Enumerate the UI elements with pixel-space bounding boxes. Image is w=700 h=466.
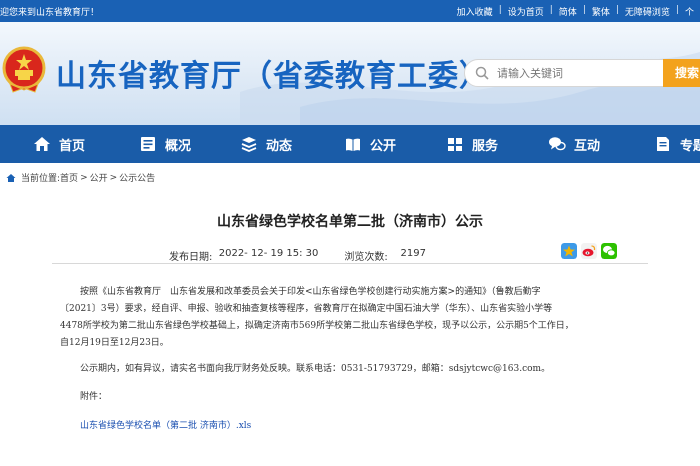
nav-item-disclosure[interactable]: 公开 (344, 125, 396, 163)
qzone-icon[interactable] (561, 243, 577, 259)
interaction-icon (549, 137, 566, 151)
disclosure-icon (346, 138, 360, 151)
body-paragraph-line: 按照《山东省教育厅 山东省发展和改革委员会关于印发<山东省绿色学校创建行动实施方… (80, 287, 541, 297)
national-emblem-icon (2, 46, 46, 93)
meta-divider (52, 263, 648, 264)
nav-label: 互动 (574, 138, 601, 154)
nav-label: 概况 (165, 138, 192, 154)
nav-label: 公开 (370, 138, 397, 154)
simplified-chinese-link[interactable]: 简体 (559, 5, 577, 18)
nav-item-home[interactable]: 首页 (33, 125, 85, 163)
nav-item-interaction[interactable]: 互动 (548, 125, 600, 163)
body-paragraph-line: 自12月19日至12月23日。 (60, 338, 169, 348)
nav-label: 动态 (266, 138, 293, 154)
breadcrumb-separator: > (80, 172, 88, 183)
view-count-label: 浏览次数: (344, 252, 388, 263)
site-title: 山东省教育厅（省委教育工委） (56, 59, 490, 94)
breadcrumb-item-announcement[interactable]: 公示公告 (119, 171, 155, 184)
personal-link[interactable]: 个 (685, 5, 694, 18)
publish-date-label: 发布日期: (169, 252, 213, 263)
publish-date-value: 2022- 12- 19 15: 30 (218, 248, 319, 259)
traditional-chinese-link[interactable]: 繁体 (592, 5, 610, 18)
top-links: 加入收藏 | 设为首页 | 简体 | 繁体 | 无障碍浏览 | 个 (456, 5, 694, 18)
main-nav: 首页 概况 动态 公开 服务 互动 专题 (0, 125, 700, 163)
article-title: 山东省绿色学校名单第二批（济南市）公示 (217, 214, 483, 230)
topic-icon (657, 137, 669, 151)
breadcrumb-item-disclosure[interactable]: 公开 (90, 171, 108, 184)
welcome-text: 迎您来到山东省教育厅！ (0, 8, 100, 18)
location-home-icon (6, 173, 16, 182)
breadcrumb-prefix: 当前位置: (21, 174, 61, 184)
overview-icon (141, 137, 155, 151)
nav-item-overview[interactable]: 概况 (139, 125, 191, 163)
service-icon (448, 138, 462, 151)
search-input[interactable] (497, 65, 657, 81)
share-buttons (561, 243, 621, 259)
article-body: 按照《山东省教育厅 山东省发展和改革委员会关于印发<山东省绿色学校创建行动实施方… (60, 284, 596, 352)
view-count-value: 2197 (400, 248, 426, 259)
news-icon (241, 137, 257, 152)
breadcrumb-separator: > (109, 172, 118, 183)
search-box[interactable] (464, 59, 664, 87)
body-paragraph-line: 〔2021〕3号）要求，经自评、申报、验收和抽查复核等程序，省教育厅在拟确定中国… (60, 304, 553, 314)
nav-label: 专题 (680, 138, 700, 154)
attachment-link[interactable]: 山东省绿色学校名单（第二批 济南市）.xls (80, 418, 251, 431)
contact-paragraph: 公示期内，如有异议，请实名书面向我厅财务处反映。联系电话：0531-517937… (80, 364, 551, 374)
nav-label: 首页 (59, 138, 86, 154)
set-homepage-link[interactable]: 设为首页 (508, 5, 544, 18)
accessibility-link[interactable]: 无障碍浏览 (625, 5, 670, 18)
weibo-icon[interactable] (581, 243, 597, 259)
body-paragraph-line: 4478所学校为第二批山东省绿色学校基础上，拟确定济南市569所学校第二批山东省… (60, 321, 574, 331)
breadcrumb: 当前位置: 首页 > 公开 > 公示公告 (6, 171, 155, 184)
nav-item-service[interactable]: 服务 (446, 125, 498, 163)
nav-item-news[interactable]: 动态 (240, 125, 292, 163)
site-header: 山东省教育厅（省委教育工委） 搜索 (0, 22, 700, 125)
attachment-label: 附件： (80, 392, 108, 402)
article-meta: 发布日期: 2022- 12- 19 15: 30 浏览次数: 2197 (169, 248, 426, 263)
home-icon (34, 137, 50, 151)
nav-label: 服务 (472, 138, 499, 154)
search-button[interactable]: 搜索 (663, 59, 700, 87)
add-favorite-link[interactable]: 加入收藏 (457, 5, 493, 18)
breadcrumb-item-home[interactable]: 首页 (60, 171, 78, 184)
wechat-icon[interactable] (601, 243, 617, 259)
search-icon (475, 66, 489, 80)
top-bar: 迎您来到山东省教育厅！ 加入收藏 | 设为首页 | 简体 | 繁体 | 无障碍浏… (0, 0, 700, 22)
nav-item-topic[interactable]: 专题 (654, 125, 700, 163)
